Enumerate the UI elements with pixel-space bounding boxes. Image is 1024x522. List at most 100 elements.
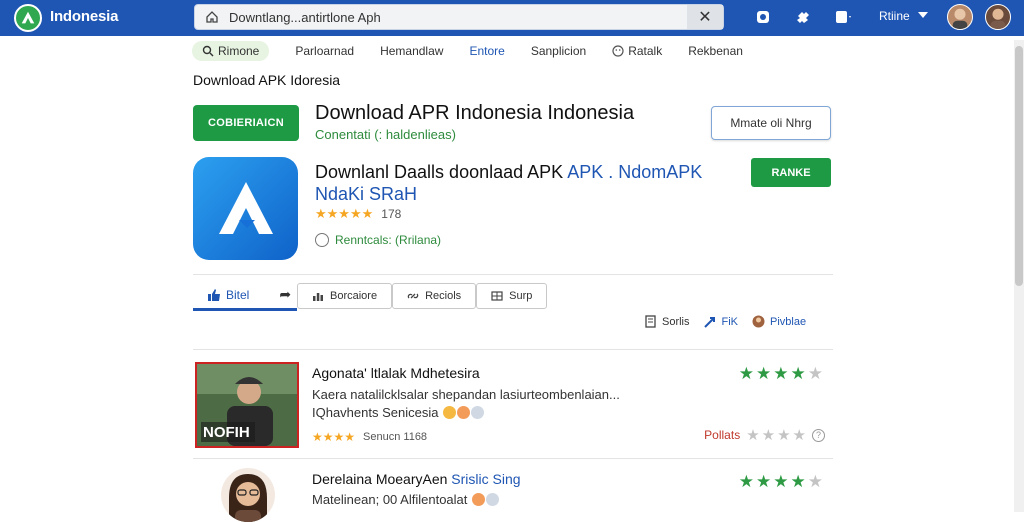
list-item[interactable]: NOFIH Agonata' ltlalak Mdhetesira Kaera … [193,360,833,452]
tab-browse[interactable]: Borcaiore [297,283,393,309]
url-text[interactable]: Downtlang...antirtlone Aph [229,10,381,25]
divider [193,274,833,275]
tab-label: Bitel [226,287,250,302]
tab-label: Borcaiore [330,290,378,302]
divider [193,458,833,459]
app-logo-icon [218,181,273,234]
nav-item-handle[interactable]: Hemandlaw [380,44,443,58]
meta-label: Pivblae [770,315,807,328]
scrollbar-thumb[interactable] [1015,46,1023,286]
green-star-rating[interactable]: ★★★★★ [739,472,825,492]
page-title: Download APK Idoresia [193,72,341,88]
review-body-line: Matelinean; 00 Alfilentoalat [312,492,500,507]
document-icon [645,315,656,328]
home-icon[interactable] [205,10,219,24]
address-bar[interactable]: Downtlang...antirtlone Aph ✕ [194,4,724,30]
smiley-icon [612,45,624,57]
info-icon[interactable]: ? [812,428,825,442]
grid-icon [491,291,503,301]
nav-item-label: Ratalk [628,44,663,58]
review-title[interactable]: Agonata' ltlalak Mdhetesira [312,365,480,381]
nav-item-label: Rimone [218,44,260,58]
tab-bar: Bitel ➦ Borcaiore Reciols Surp [193,281,548,311]
app-logo-icon[interactable] [14,4,42,32]
profile-action[interactable]: Pivblae [752,315,806,328]
nav-item-rekbenan[interactable]: Rekbenan [688,44,743,58]
emoji-icon [486,493,500,506]
status-text: Renntcals: (Rrilana) [335,233,442,247]
scrollbar[interactable] [1014,40,1024,512]
status-line: Renntcals: (Rrilana) [315,233,441,247]
review-title-link[interactable]: Srislic Sing [451,471,520,487]
share-icon [703,317,715,328]
review-title[interactable]: Derelaina MoearyAen Srislic Sing [312,471,521,487]
share-icon[interactable]: ➦ [279,286,291,303]
rank-button[interactable]: RANKE [751,158,831,187]
nav-item-search[interactable]: Rimone [192,41,270,61]
app-icon [193,157,298,260]
meta-label: Sorlis [662,315,690,328]
user-name[interactable]: Rtiine [879,9,910,23]
nav-item-entore[interactable]: Entore [469,44,504,58]
avatar[interactable] [985,4,1011,30]
meta-actions: Sorlis FiK Pivblae [644,315,820,328]
nav-item-label: Sanplicion [530,44,587,58]
tab-records[interactable]: Reciols [392,283,477,309]
app-subtitle[interactable]: Conentati (: haldenlieas) [315,127,456,142]
secondary-button[interactable]: Mmate oli Nhrg [711,106,831,140]
tab-label: Reciols [425,290,462,302]
divider [193,349,833,350]
radio-icon[interactable] [315,233,329,247]
clear-icon[interactable]: ✕ [687,5,723,29]
description-title-main: Downlanl Daalls doonlaad APK [315,162,564,182]
review-body-line2: IQhavhents Senicesia [312,405,485,420]
avatar[interactable] [947,4,973,30]
review-rating: ★★★★ Senucn 1168 [312,430,427,444]
nav-item-label: Rekbenan [688,44,743,58]
notification-icon[interactable] [754,8,772,26]
star-rating: ★★★★★ [315,206,374,221]
review-body-text: Matelinean; 00 Alfilentoalat [312,492,468,507]
app-title: Download APR Indonesia Indonesia [315,102,635,124]
thumbs-up-icon [208,288,220,301]
bar-chart-icon [313,293,323,301]
review-body-text: IQhavhents Senicesia [312,405,439,420]
description-title-line2[interactable]: NdaKi SRaH [315,184,417,205]
description-title-link[interactable]: APK . NdomAPK [567,162,702,182]
top-bar: Indonesia Downtlang...antirtlone Aph ✕ R… [0,0,1024,36]
tab-label: Surp [509,290,533,302]
meta-label: FiK [721,315,739,328]
sort-action[interactable]: Sorlis [644,315,690,328]
app-description-title: Downlanl Daalls doonlaad APK APK . NdomA… [315,162,702,183]
link-icon [407,293,419,299]
rating: ★★★★★ 178 [315,206,401,222]
review-body: Kaera natalilcklsalar shepandan lasiurte… [312,387,620,402]
share-action[interactable]: FiK [703,315,739,328]
rate-this[interactable]: Pollats ★★★★ ? [704,426,825,444]
rating-count: 178 [381,207,402,221]
tab-support[interactable]: Surp [476,283,548,309]
list-item[interactable]: Derelaina MoearyAen Srislic Sing Matelin… [193,462,833,522]
tab-detail[interactable]: Bitel ➦ [193,281,297,311]
nav-item-application[interactable]: Sanplicion [531,44,586,58]
star-rating: ★★★★ [312,430,356,444]
review-title-main: Derelaina MoearyAen [312,471,448,487]
apps-icon[interactable] [834,8,852,26]
emoji-icon [471,406,485,419]
avatar[interactable] [221,468,275,522]
puzzle-icon[interactable] [794,8,812,26]
nav-item-ratalk[interactable]: Ratalk [612,44,662,58]
nav-item-download[interactable]: Parloarnad [295,44,354,58]
emoji-icon [457,406,471,419]
review-thumbnail[interactable]: NOFIH [195,362,299,448]
emoji-icon [472,493,486,506]
category-nav: Rimone Parloarnad Hemandlaw Entore Sanpl… [192,40,769,62]
avatar-icon [752,315,765,328]
download-button[interactable]: COBIERIAICN [193,105,299,141]
nav-item-label: Parloarnad [295,44,355,58]
emoji-icon [443,406,457,419]
nav-item-label: Hemandlaw [380,44,444,58]
nav-item-label: Entore [469,44,505,58]
chevron-down-icon[interactable] [918,12,928,18]
green-star-rating[interactable]: ★★★★★ [739,364,825,384]
